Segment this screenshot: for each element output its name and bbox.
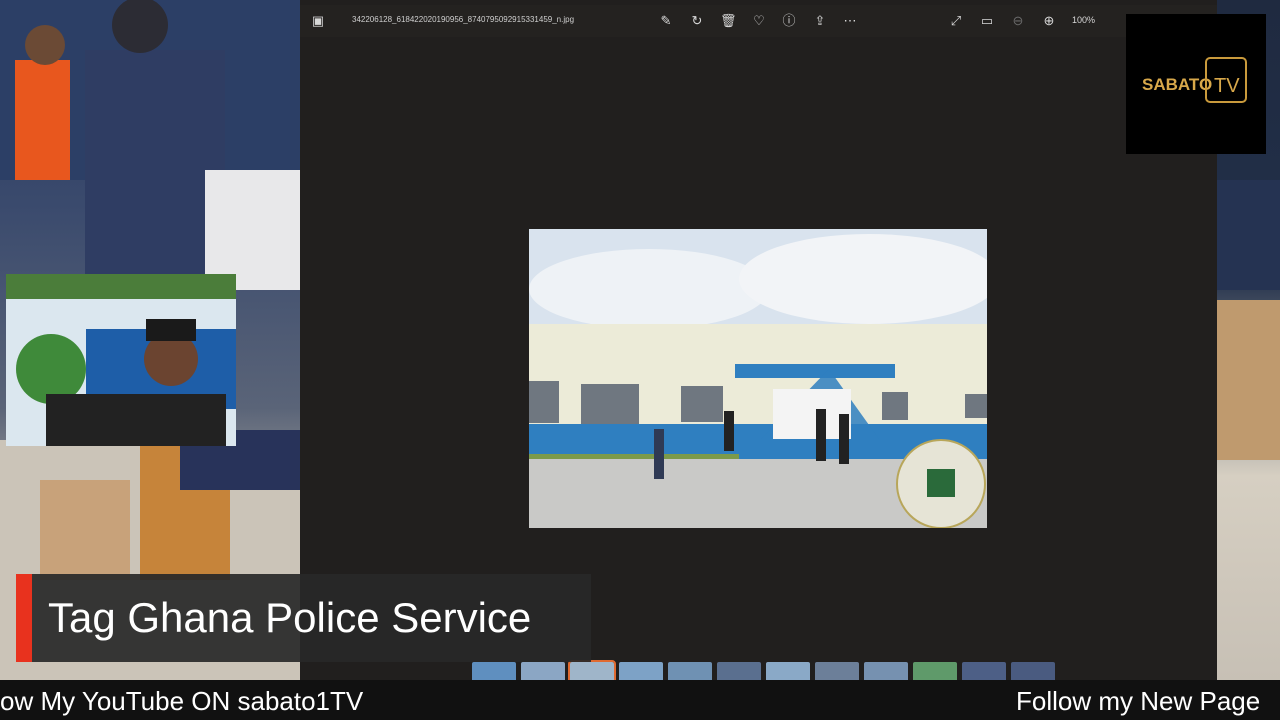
thumbnail[interactable] (766, 662, 810, 682)
thumbnail[interactable] (864, 662, 908, 682)
file-name: 342206128_618422020190956_87407950929153… (352, 15, 575, 24)
lower-third-banner: Tag Ghana Police Service (16, 574, 591, 662)
zoom-level[interactable]: 100% (1072, 15, 1095, 25)
more-icon[interactable]: ⋯ (842, 13, 858, 29)
displayed-photo (529, 229, 987, 528)
streamer-video (6, 274, 236, 446)
logo-text-1: SABATO (1142, 75, 1212, 94)
rotate-icon[interactable]: ↻ (689, 13, 705, 29)
thumbnail[interactable] (962, 662, 1006, 682)
thumbnail-selected[interactable] (568, 660, 616, 684)
banner-title: Tag Ghana Police Service (48, 594, 532, 641)
zoom-in-icon[interactable]: ⊕ (1041, 13, 1057, 29)
thumbnail[interactable] (717, 662, 761, 682)
logo-graphic: SABATO TV (1142, 57, 1247, 103)
thumbnail[interactable] (521, 662, 565, 682)
heart-icon[interactable]: ♡ (751, 13, 767, 29)
banner-accent-bar (16, 574, 32, 662)
thumbnail[interactable] (815, 662, 859, 682)
fit-icon[interactable]: ▭ (979, 13, 995, 29)
viewer-toolbar: ▣ 342206128_618422020190956_874079509291… (300, 5, 1217, 37)
thumbnail[interactable] (913, 662, 957, 682)
share-icon[interactable]: ⇪ (812, 13, 828, 29)
image-icon[interactable]: ▣ (310, 13, 326, 29)
logo-text-2: TV (1214, 75, 1240, 97)
ticker-text-left: ow My YouTube ON sabato1TV (0, 686, 364, 716)
sabato-tv-logo: SABATO TV (1126, 14, 1266, 154)
police-station-image (529, 229, 987, 528)
news-ticker: ow My YouTube ON sabato1TV Follow my New… (0, 680, 1280, 720)
fullscreen-icon[interactable]: ⤢ (948, 13, 964, 29)
info-icon[interactable]: ⓘ (781, 13, 797, 29)
zoom-out-icon[interactable]: ⊖ (1010, 13, 1026, 29)
thumbnail[interactable] (472, 662, 516, 682)
thumbnail[interactable] (619, 662, 663, 682)
edit-icon[interactable]: ✎ (658, 13, 674, 29)
ticker-text-right: Follow my New Page (1016, 686, 1261, 716)
webcam-overlay (6, 274, 236, 446)
thumbnail[interactable] (1011, 662, 1055, 682)
delete-icon[interactable]: 🗑 (720, 13, 737, 29)
thumbnail[interactable] (668, 662, 712, 682)
